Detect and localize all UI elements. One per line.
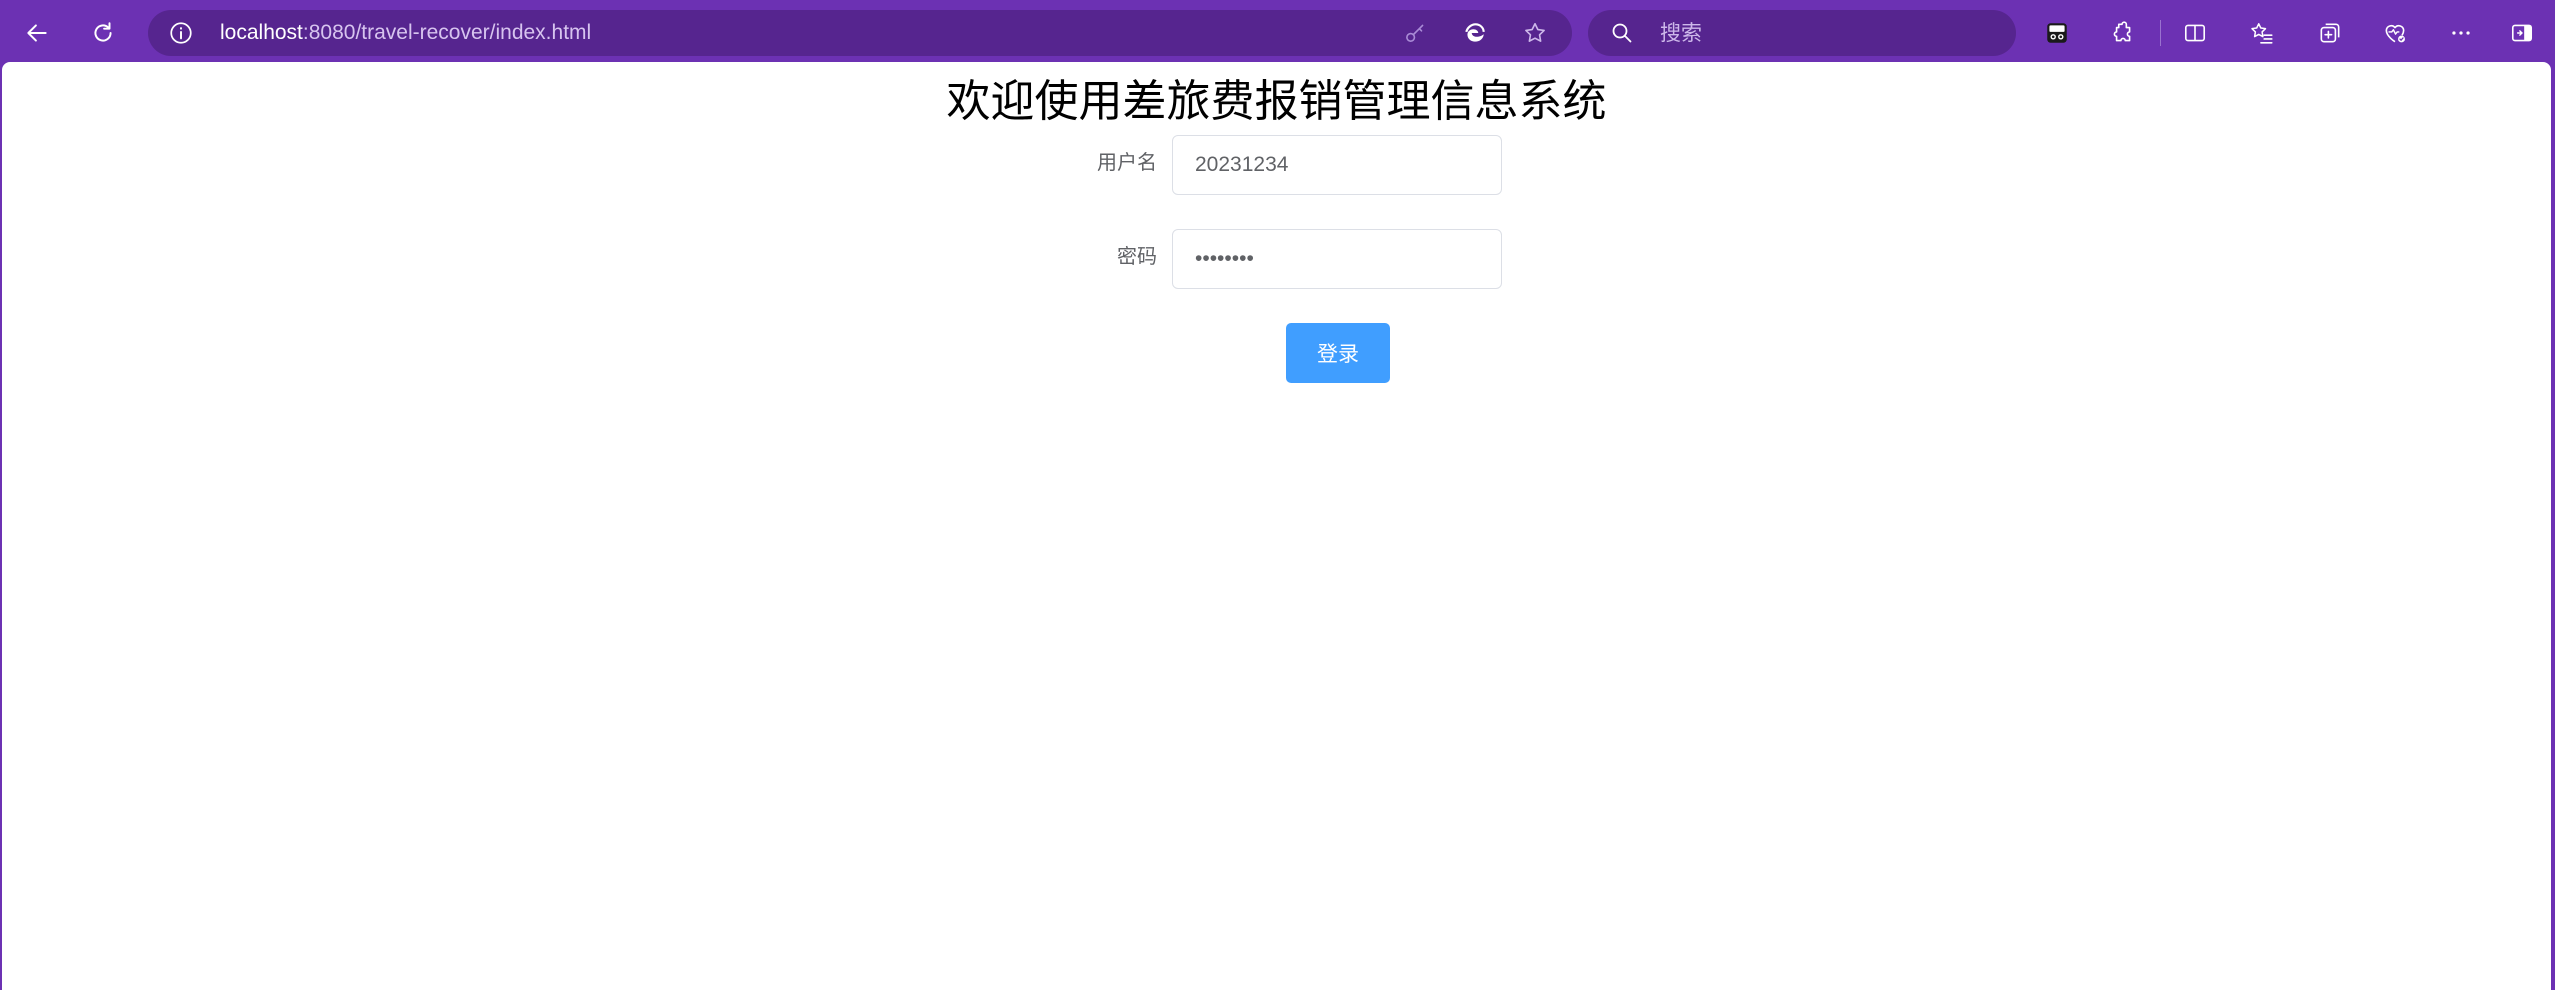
split-screen-icon: [2184, 24, 2206, 42]
arrow-left-icon: [27, 24, 47, 42]
refresh-icon: [94, 22, 112, 42]
edge-logo-icon[interactable]: [1462, 20, 1488, 46]
favorites-list-icon: [2251, 23, 2273, 44]
password-label: 密码: [1117, 244, 1157, 268]
back-button[interactable]: [18, 14, 56, 52]
sidebar-toggle-icon: [2511, 24, 2533, 42]
collections-icon: [2320, 23, 2340, 43]
split-screen-button[interactable]: [2176, 14, 2214, 52]
extensions-button[interactable]: [2103, 14, 2141, 52]
browser-essentials-button[interactable]: [2376, 14, 2414, 52]
address-bar[interactable]: localhost:8080/travel-recover/index.html: [148, 10, 1572, 56]
profile-button[interactable]: [2038, 14, 2076, 52]
browser-toolbar: localhost:8080/travel-recover/index.html…: [0, 0, 2555, 66]
url-text[interactable]: localhost:8080/travel-recover/index.html: [220, 21, 591, 45]
profile-avatar-icon: [2047, 23, 2067, 43]
username-label: 用户名: [1097, 150, 1157, 174]
refresh-button[interactable]: [84, 14, 122, 52]
browser-window: localhost:8080/travel-recover/index.html…: [0, 0, 2555, 990]
puzzle-icon: [2113, 21, 2131, 42]
search-placeholder: 搜索: [1660, 21, 1702, 45]
page-title: 欢迎使用差旅费报销管理信息系统: [946, 76, 1607, 127]
key-icon[interactable]: [1402, 20, 1428, 46]
favorites-button[interactable]: [2243, 14, 2281, 52]
sidebar-toggle-button[interactable]: [2503, 14, 2541, 52]
browser-search-box[interactable]: 搜索: [1588, 10, 2016, 56]
url-host: localhost: [220, 21, 303, 44]
site-info-icon[interactable]: [168, 20, 194, 46]
favorite-star-icon[interactable]: [1522, 20, 1548, 46]
heart-pulse-icon: [2385, 24, 2405, 43]
more-dots-icon: [2452, 31, 2470, 35]
collections-button[interactable]: [2311, 14, 2349, 52]
password-input[interactable]: [1172, 229, 1502, 289]
web-page-content: 欢迎使用差旅费报销管理信息系统 用户名 密码 登录: [2, 62, 2551, 990]
username-input[interactable]: [1172, 135, 1502, 195]
url-path: :8080/travel-recover/index.html: [302, 21, 592, 44]
more-menu-button[interactable]: [2442, 14, 2480, 52]
login-button[interactable]: 登录: [1286, 323, 1390, 383]
search-icon: [1612, 23, 1632, 43]
window-border-right: [2551, 62, 2555, 990]
toolbar-divider: [2160, 20, 2161, 46]
